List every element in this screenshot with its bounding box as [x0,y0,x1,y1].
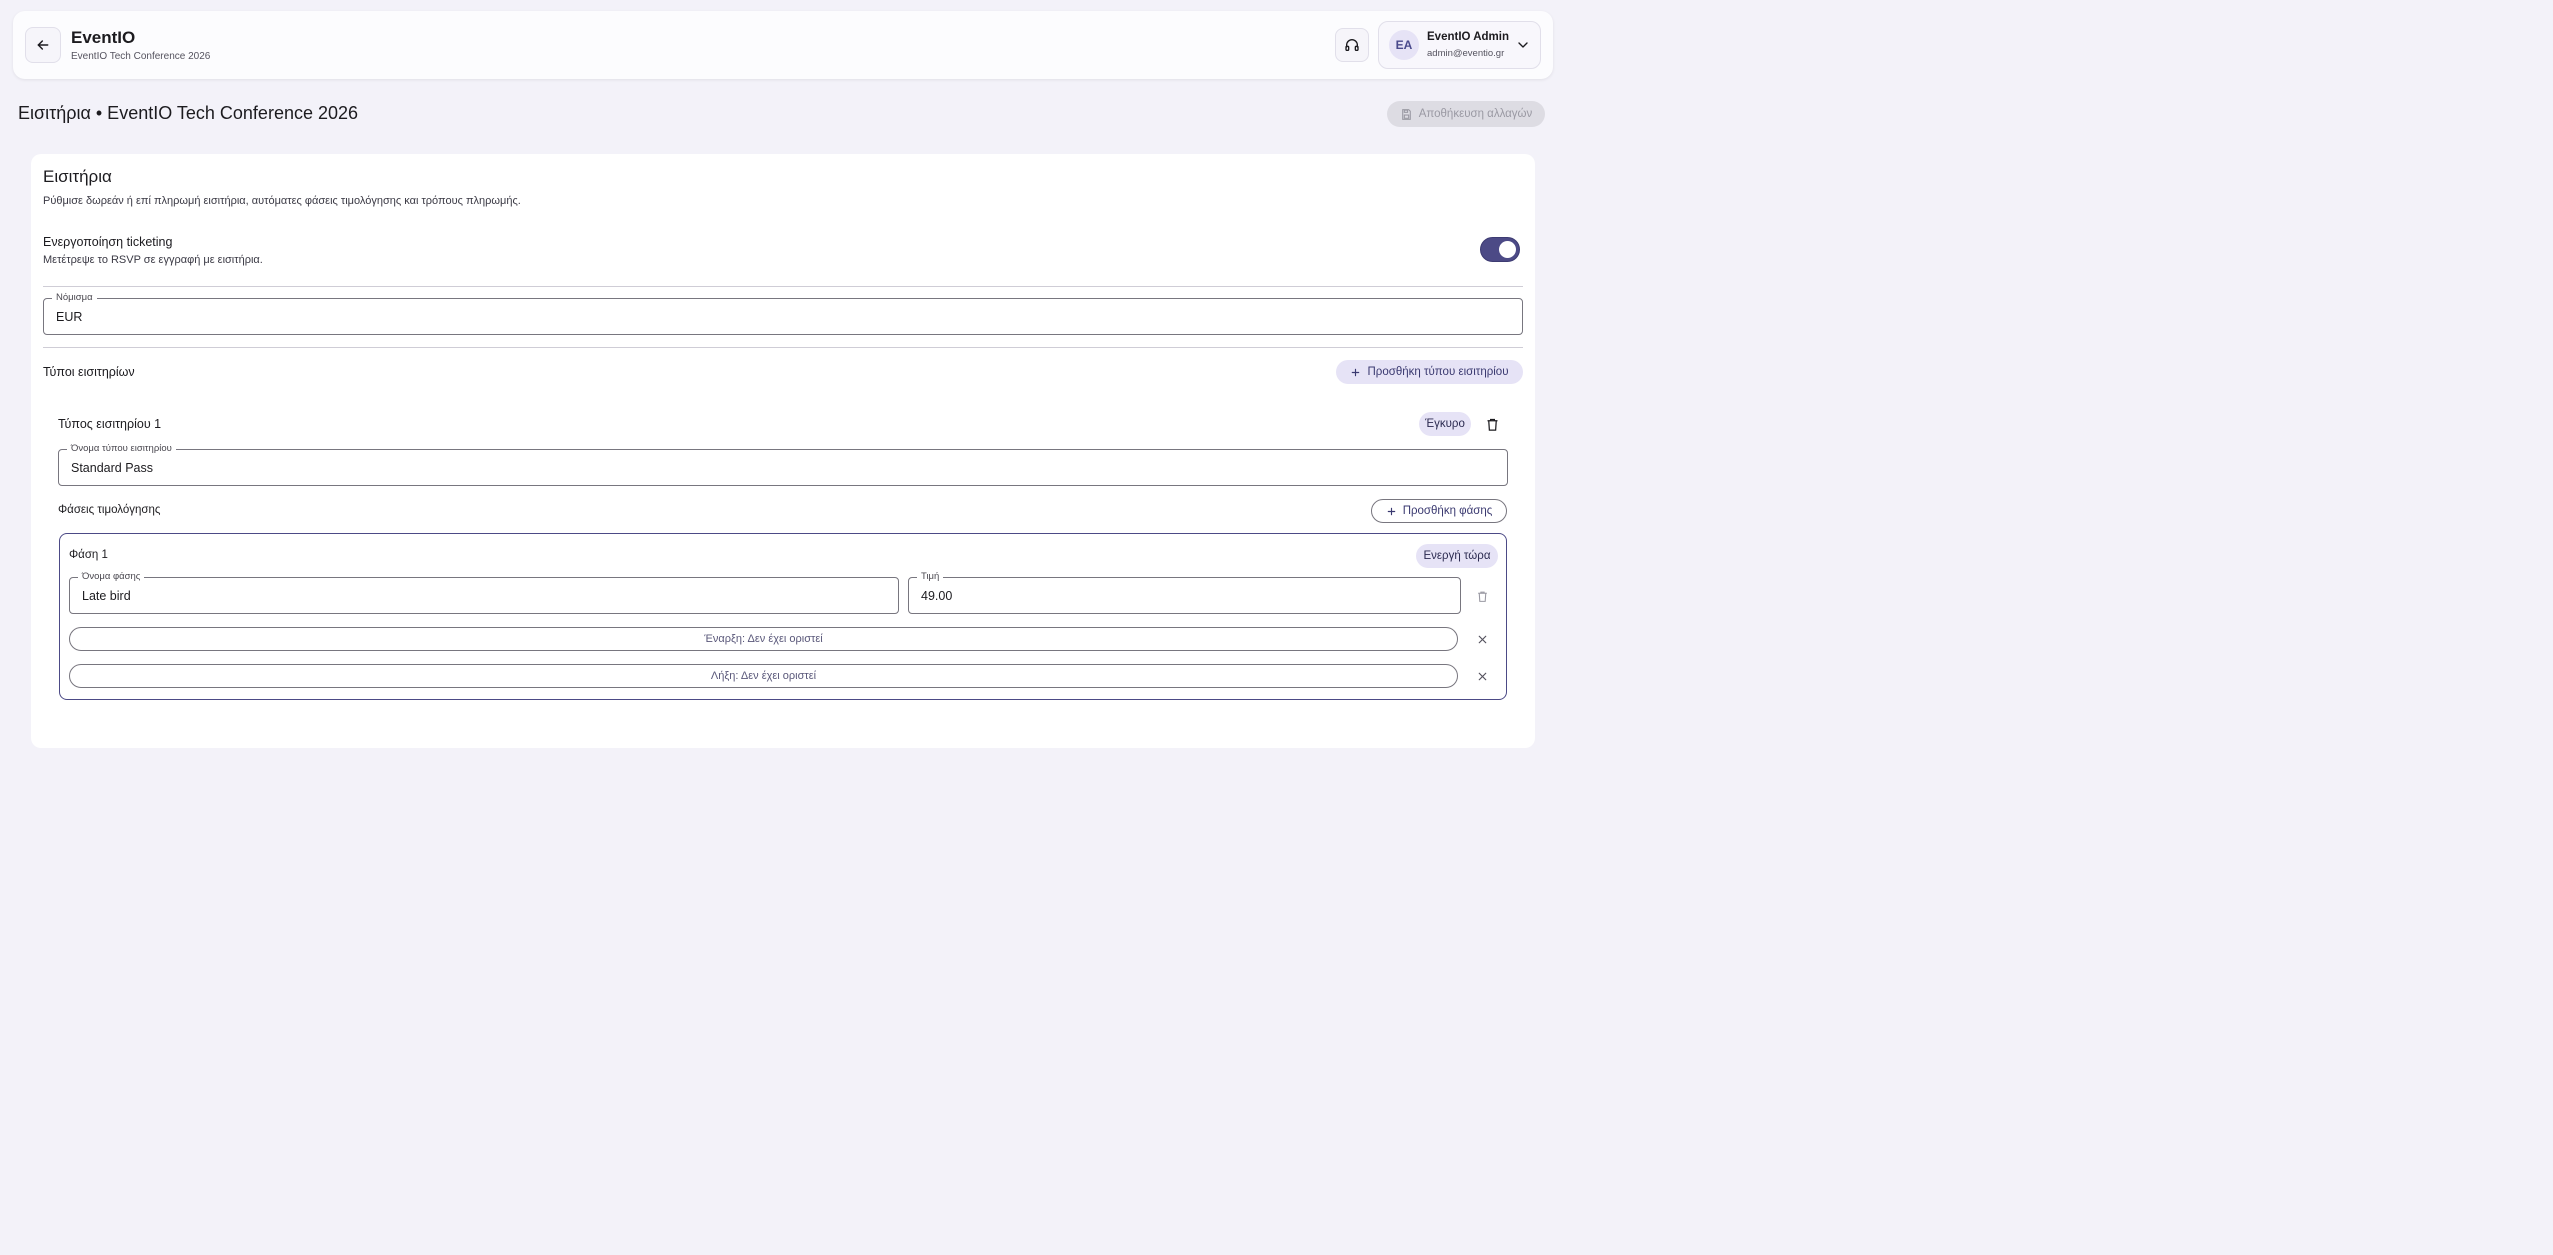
toggle-knob [1499,241,1516,258]
close-icon [1478,672,1486,680]
support-button[interactable] [1335,28,1369,62]
add-phase-button[interactable]: Προσθήκη φάσης [1371,499,1507,523]
ticket-type-name-value: Standard Pass [71,461,153,475]
phase-price-field[interactable]: Τιμή 49.00 [908,571,1461,614]
add-ticket-type-label: Προσθήκη τύπου εισιτηρίου [1367,366,1509,378]
ticketing-toggle-description: Μετέτρεψε το RSVP σε εγγραφή με εισιτήρι… [43,254,263,266]
phase-card: Φάση 1 Ενεργή τώρα Όνομα φάσης Late bird… [59,533,1507,700]
tickets-card: Εισιτήρια Ρύθμισε δωρεάν ή επί πληρωμή ε… [31,154,1535,748]
pricing-phases-title: Φάσεις τιμολόγησης [58,504,161,516]
ticketing-toggle-label: Ενεργοποίηση ticketing [43,235,173,249]
trash-icon [1487,418,1497,431]
event-subtitle: EventIO Tech Conference 2026 [71,51,211,62]
headset-icon [1345,39,1359,51]
phase-name-value: Late bird [82,589,131,603]
user-menu[interactable]: EA EventIO Admin admin@eventio.gr [1378,21,1541,69]
plus-icon [1387,507,1395,515]
save-icon [1401,108,1411,120]
add-ticket-type-button[interactable]: Προσθήκη τύπου εισιτηρίου [1336,360,1523,384]
divider [43,347,1523,348]
phase-end-date-button[interactable]: Λήξη: Δεν έχει οριστεί [69,664,1458,688]
card-title: Εισιτήρια [43,167,112,186]
clear-start-date-button[interactable] [1472,629,1492,649]
user-email: admin@eventio.gr [1427,48,1505,59]
phase-title: Φάση 1 [69,549,108,561]
ticket-type-title: Τύπος εισιτηρίου 1 [58,417,162,431]
app-header: EventIO EventIO Tech Conference 2026 EA … [13,11,1553,79]
clear-end-date-button[interactable] [1472,666,1492,686]
currency-field[interactable]: Νόμισμα EUR [43,292,1523,335]
page-title: Εισιτήρια • EventIO Tech Conference 2026 [18,103,359,123]
phase-price-label: Τιμή [917,571,944,582]
phase-price-value: 49.00 [921,589,953,603]
back-button[interactable] [25,27,61,63]
chevron-down-icon [1518,42,1528,48]
card-description: Ρύθμισε δωρεάν ή επί πληρωμή εισιτήρια, … [43,195,521,207]
delete-ticket-type-button[interactable] [1481,413,1503,435]
save-button[interactable]: Αποθήκευση αλλαγών [1387,101,1545,127]
plus-icon [1352,368,1360,376]
ticket-type-name-label: Όνομα τύπου εισιτηρίου [67,443,176,454]
user-name: EventIO Admin [1427,31,1509,43]
phase-name-field[interactable]: Όνομα φάσης Late bird [69,571,899,614]
app-name: EventIO [71,28,136,47]
trash-icon [1477,591,1487,602]
close-icon [1478,635,1486,643]
phase-name-label: Όνομα φάσης [78,571,145,582]
delete-phase-button[interactable] [1472,586,1492,606]
avatar: EA [1389,30,1419,60]
add-phase-label: Προσθήκη φάσης [1402,505,1493,517]
divider [43,286,1523,287]
currency-label: Νόμισμα [52,292,97,303]
ticketing-toggle[interactable] [1480,237,1520,262]
ticket-types-title: Τύποι εισιτηρίων [43,365,135,379]
phase-status-badge: Ενεργή τώρα [1416,544,1498,568]
arrow-left-icon [37,40,49,50]
currency-value: EUR [56,310,83,324]
save-button-label: Αποθήκευση αλλαγών [1418,108,1533,120]
status-badge: Έγκυρο [1419,412,1471,436]
phase-start-date-button[interactable]: Έναρξη: Δεν έχει οριστεί [69,627,1458,651]
ticket-type-name-field[interactable]: Όνομα τύπου εισιτηρίου Standard Pass [58,443,1508,486]
